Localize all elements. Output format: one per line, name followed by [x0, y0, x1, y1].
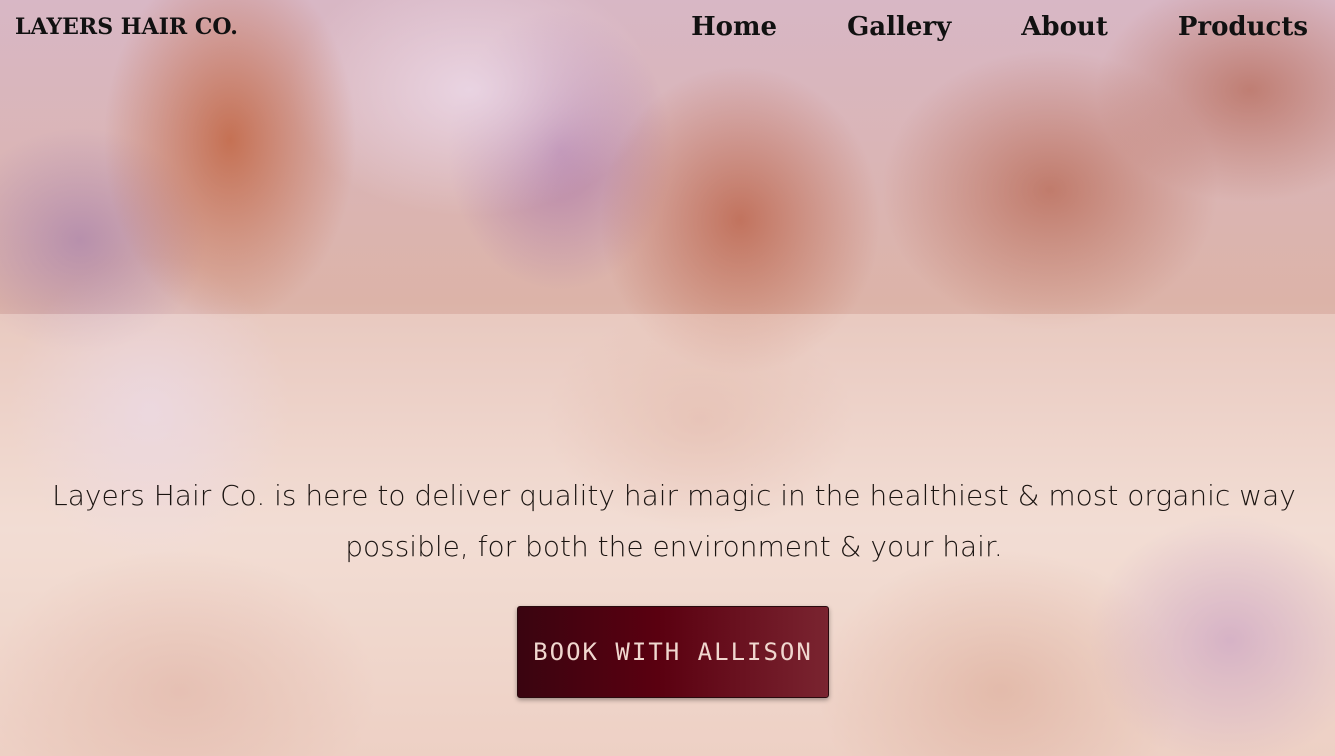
nav-home-link[interactable]: Home — [691, 12, 777, 42]
nav-gallery-link[interactable]: Gallery — [847, 12, 951, 42]
book-with-allison-button[interactable]: BOOK WITH ALLISON — [517, 606, 829, 698]
nav-links: Home Gallery About Products — [691, 12, 1308, 42]
nav-products-link[interactable]: Products — [1178, 12, 1308, 42]
hero-tagline: Layers Hair Co. is here to deliver quali… — [52, 479, 1296, 563]
top-navigation: LAYERS HAIR CO. Home Gallery About Produ… — [0, 0, 1335, 60]
nav-about-link[interactable]: About — [1021, 12, 1108, 42]
brand-logo-text[interactable]: LAYERS HAIR CO. — [15, 14, 238, 40]
